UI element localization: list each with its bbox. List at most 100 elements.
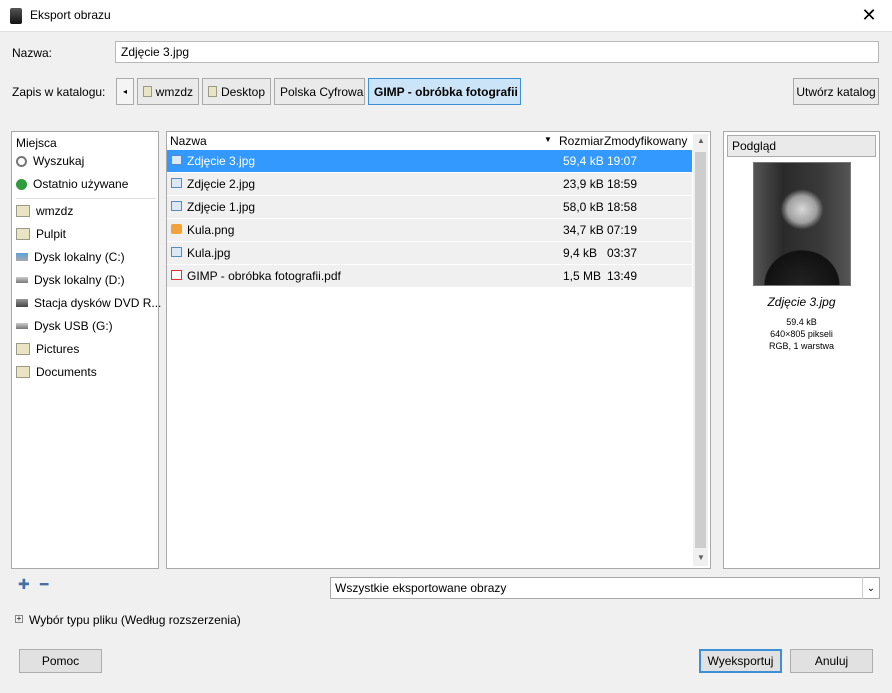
png-icon [171, 224, 182, 234]
column-header-name[interactable]: Nazwa [170, 134, 207, 148]
file-size: 58,0 kB [563, 200, 604, 214]
place-label: Dysk lokalny (D:) [34, 273, 125, 287]
file-row[interactable]: Zdjęcie 3.jpg 59,4 kB 19:07 [167, 150, 692, 172]
dvd-icon [16, 299, 28, 307]
file-size: 34,7 kB [563, 223, 604, 237]
file-row[interactable]: GIMP - obróbka fotografii.pdf 1,5 MB 13:… [167, 265, 692, 287]
scrollbar-thumb[interactable] [695, 152, 706, 548]
file-row[interactable]: Kula.jpg 9,4 kB 03:37 [167, 242, 692, 264]
scroll-up-icon[interactable]: ▲ [697, 136, 705, 145]
app-icon [10, 8, 22, 24]
file-list: Nazwa ▼ Rozmiar Zmodyfikowany Zdjęcie 3.… [166, 131, 711, 569]
filetype-expander[interactable]: Wybór typu pliku (Według rozszerzenia) [29, 613, 241, 627]
breadcrumb-back-button[interactable]: ◂ [116, 78, 134, 105]
file-row[interactable]: Zdjęcie 1.jpg 58,0 kB 18:58 [167, 196, 692, 218]
column-header-size[interactable]: Rozmiar [559, 134, 604, 148]
file-name: Zdjęcie 2.jpg [187, 177, 256, 191]
preview-thumbnail [753, 162, 851, 286]
place-pulpit[interactable]: Pulpit [16, 224, 66, 244]
column-header-modified[interactable]: Zmodyfikowany [604, 134, 687, 148]
file-size: 9,4 kB [563, 246, 598, 260]
close-icon: ✕ [861, 5, 877, 25]
folder-icon [143, 86, 152, 97]
place-search[interactable]: Wyszukaj [16, 151, 84, 171]
places-separator [16, 198, 156, 199]
breadcrumb-polska-cyfrowa[interactable]: Polska Cyfrowa [274, 78, 365, 105]
breadcrumb-gimp-current[interactable]: GIMP - obróbka fotografii [368, 78, 521, 105]
places-header: Miejsca [16, 136, 57, 150]
preview-filename: Zdjęcie 3.jpg [767, 295, 836, 309]
place-wmzdz[interactable]: wmzdz [16, 201, 73, 221]
expand-icon[interactable]: + [15, 615, 23, 623]
pdf-icon [171, 270, 182, 280]
file-modified: 19:07 [607, 154, 638, 168]
add-bookmark-icon[interactable]: ✚ [18, 576, 30, 593]
search-icon [16, 155, 27, 167]
place-drive-d[interactable]: Dysk lokalny (D:) [16, 270, 125, 290]
help-button[interactable]: Pomoc [19, 649, 102, 673]
filename-input[interactable]: Zdjęcie 3.jpg [115, 41, 879, 63]
create-folder-button[interactable]: Utwórz katalog [793, 78, 879, 105]
recent-icon [16, 178, 27, 190]
breadcrumb-label: Polska Cyfrowa [280, 84, 364, 99]
place-label: wmzdz [36, 204, 74, 218]
folder-icon [16, 228, 30, 240]
chevron-left-icon: ◂ [122, 87, 127, 96]
file-modified: 18:59 [607, 177, 638, 191]
place-documents[interactable]: Documents [16, 362, 97, 382]
file-size: 1,5 MB [563, 269, 602, 283]
drive-icon [16, 277, 28, 283]
image-icon [171, 201, 182, 211]
place-label: Documents [36, 365, 97, 379]
preview-size: 59.4 kB [786, 317, 817, 327]
file-name: Kula.jpg [187, 246, 231, 260]
file-name: Zdjęcie 1.jpg [187, 200, 256, 214]
file-modified: 18:58 [607, 200, 638, 214]
chevron-down-icon[interactable]: ⌄ [862, 577, 879, 599]
place-label: Wyszukaj [33, 154, 85, 168]
breadcrumb-desktop[interactable]: Desktop [202, 78, 271, 105]
image-icon [171, 247, 182, 257]
drive-icon [16, 253, 28, 261]
image-icon [171, 155, 182, 165]
close-button[interactable]: ✕ [846, 0, 892, 31]
folder-icon [16, 343, 30, 355]
preview-toggle-button[interactable]: Podgląd [727, 135, 876, 157]
folder-label: Zapis w katalogu: [12, 85, 106, 99]
file-size: 23,9 kB [563, 177, 604, 191]
file-name: Kula.png [187, 223, 235, 237]
breadcrumb-label: GIMP - obróbka fotografii [374, 84, 518, 99]
place-label: Ostatnio używane [33, 177, 129, 191]
window-title: Eksport obrazu [30, 8, 111, 22]
export-button[interactable]: Wyeksportuj [699, 649, 782, 673]
usb-icon [16, 323, 28, 329]
place-dvd[interactable]: Stacja dysków DVD R... [16, 293, 161, 313]
place-label: Stacja dysków DVD R... [34, 296, 162, 310]
place-usb[interactable]: Dysk USB (G:) [16, 316, 113, 336]
place-label: Dysk USB (G:) [34, 319, 113, 333]
place-drive-c[interactable]: Dysk lokalny (C:) [16, 247, 125, 267]
file-modified: 03:37 [607, 246, 638, 260]
preview-dimensions: 640×805 pikseli [770, 329, 833, 339]
file-row[interactable]: Kula.png 34,7 kB 07:19 [167, 219, 692, 241]
file-modified: 07:19 [607, 223, 638, 237]
preview-panel: Podgląd Zdjęcie 3.jpg 59.4 kB 640×805 pi… [723, 131, 880, 569]
breadcrumb-wmzdz[interactable]: wmzdz [137, 78, 199, 105]
breadcrumb-label: wmzdz [155, 84, 193, 99]
place-pictures[interactable]: Pictures [16, 339, 79, 359]
place-label: Pictures [36, 342, 80, 356]
sort-descending-icon[interactable]: ▼ [544, 135, 552, 144]
file-row[interactable]: Zdjęcie 2.jpg 23,9 kB 18:59 [167, 173, 692, 195]
file-modified: 13:49 [607, 269, 638, 283]
remove-bookmark-icon[interactable]: ━ [40, 576, 48, 593]
scroll-down-icon[interactable]: ▼ [697, 553, 705, 562]
folder-icon [16, 205, 30, 217]
name-label: Nazwa: [12, 46, 53, 60]
file-filter-select[interactable]: Wszystkie eksportowane obrazy [330, 577, 880, 599]
file-name: GIMP - obróbka fotografii.pdf [187, 269, 341, 283]
folder-icon [208, 86, 217, 97]
cancel-button[interactable]: Anuluj [790, 649, 873, 673]
file-name: Zdjęcie 3.jpg [187, 154, 256, 168]
places-panel: Miejsca Wyszukaj Ostatnio używane wmzdz … [11, 131, 161, 569]
place-recent[interactable]: Ostatnio używane [16, 174, 128, 194]
